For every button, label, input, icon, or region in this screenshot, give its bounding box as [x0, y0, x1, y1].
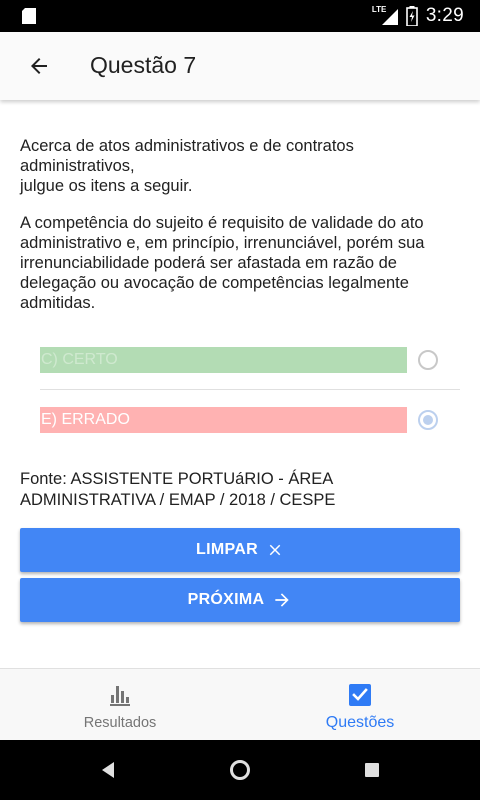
back-button[interactable] [24, 52, 54, 80]
battery-charging-icon [406, 6, 418, 26]
option-errado-label[interactable]: E) ERRADO [40, 407, 407, 433]
app-bar: Questão 7 [0, 32, 480, 100]
home-circle-icon[interactable] [228, 758, 252, 782]
next-button[interactable]: PRÓXIMA [20, 578, 460, 622]
option-errado-radio[interactable] [418, 410, 438, 430]
nav-item-resultados-label: Resultados [83, 715, 157, 731]
clear-button[interactable]: LIMPAR [20, 528, 460, 572]
nav-item-questoes[interactable]: Questões [240, 669, 480, 741]
back-triangle-icon[interactable] [96, 758, 120, 782]
sd-card-icon [22, 8, 36, 24]
nav-item-questoes-label: Questões [325, 714, 395, 731]
nav-item-resultados[interactable]: Resultados [0, 669, 240, 741]
bar-chart-icon [110, 686, 130, 706]
checkbox-icon [349, 684, 371, 706]
options-divider [40, 389, 460, 390]
option-certo-radio[interactable] [418, 350, 438, 370]
option-certo-label[interactable]: C) CERTO [40, 347, 407, 373]
question-source: Fonte: ASSISTENTE PORTUáRIO - ÁREA ADMIN… [20, 470, 336, 509]
signal-icon: LTE [372, 5, 398, 25]
next-button-label: PRÓXIMA [187, 591, 265, 608]
question-statement: A competência do sujeito é requisito de … [20, 214, 425, 312]
status-bar: LTE 3:29 [0, 0, 480, 32]
arrow-left-icon [31, 58, 47, 74]
option-certo[interactable]: C) CERTO [20, 340, 460, 380]
system-navigation-bar [0, 740, 480, 800]
bottom-navigation: Resultados Questões [0, 668, 480, 740]
question-intro: Acerca de atos administrativos e de cont… [20, 137, 354, 195]
question-content: Acerca de atos administrativos e de cont… [0, 100, 480, 668]
arrow-right-icon [275, 593, 290, 607]
status-time: 3:29 [425, 5, 464, 26]
recents-square-icon[interactable] [360, 758, 384, 782]
option-errado[interactable]: E) ERRADO [20, 400, 460, 440]
close-icon [269, 544, 281, 556]
page-title: Questão 7 [90, 52, 197, 78]
clear-button-label: LIMPAR [196, 541, 258, 558]
